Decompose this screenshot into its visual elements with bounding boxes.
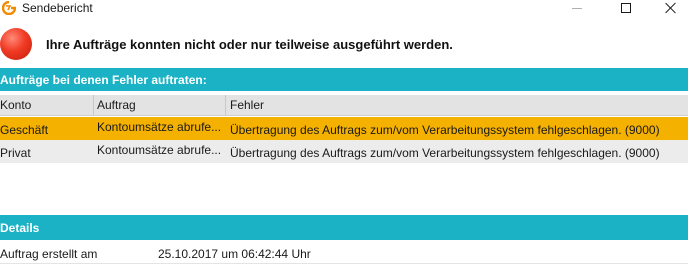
details-section-header: Details xyxy=(0,215,688,240)
minimize-icon xyxy=(572,7,582,9)
maximize-icon xyxy=(621,3,631,13)
details-section-title: Details xyxy=(0,220,40,235)
table-row[interactable]: Privat Kontoumsätze abrufe... Übertragun… xyxy=(0,140,688,163)
error-circle-icon xyxy=(0,28,32,60)
cell-konto: Privat xyxy=(0,146,31,160)
title-bar: Sendebericht xyxy=(0,0,688,16)
window-title: Sendebericht xyxy=(22,1,93,15)
cell-fehler: Übertragung des Auftrags zum/vom Verarbe… xyxy=(230,146,660,160)
column-header-auftrag[interactable]: Auftrag xyxy=(97,95,223,115)
detail-label: Auftrag erstellt am xyxy=(0,247,98,261)
app-logo-icon xyxy=(2,1,16,15)
column-header-konto[interactable]: Konto xyxy=(0,95,92,115)
errors-section-header: Aufträge bei denen Fehler auftraten: xyxy=(0,68,688,91)
cell-konto: Geschäft xyxy=(0,123,49,137)
close-button[interactable] xyxy=(648,0,688,16)
message-headline: Ihre Aufträge konnten nicht oder nur tei… xyxy=(46,37,453,52)
column-divider[interactable] xyxy=(93,95,94,115)
errors-section-title: Aufträge bei denen Fehler auftraten: xyxy=(0,72,207,87)
table-row-selected[interactable]: Geschäft Kontoumsätze abrufe... Übertrag… xyxy=(0,117,688,140)
detail-row-created: Auftrag erstellt am 25.10.2017 um 06:42:… xyxy=(0,244,688,264)
column-divider[interactable] xyxy=(225,95,226,115)
minimize-button[interactable] xyxy=(554,0,600,16)
detail-value: 25.10.2017 um 06:42:44 Uhr xyxy=(158,247,311,261)
maximize-button[interactable] xyxy=(603,0,649,16)
cell-auftrag: Kontoumsätze abrufe... xyxy=(97,143,222,157)
close-icon xyxy=(665,2,677,14)
cell-fehler: Übertragung des Auftrags zum/vom Verarbe… xyxy=(230,123,660,137)
column-header-fehler[interactable]: Fehler xyxy=(230,95,688,115)
table-header-row: Konto Auftrag Fehler xyxy=(0,95,688,116)
